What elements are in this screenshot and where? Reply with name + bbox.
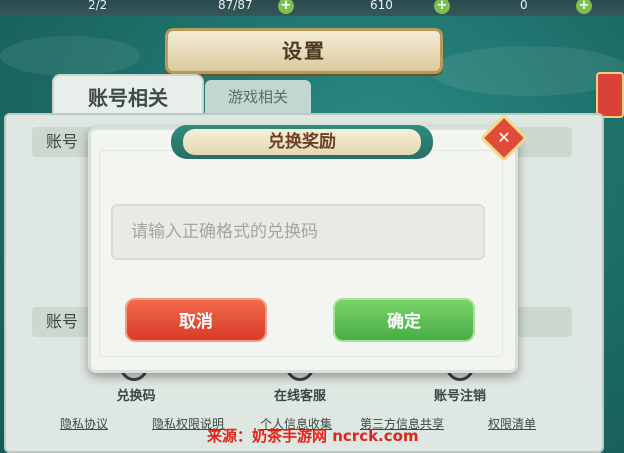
close-icon: ✕ (497, 128, 511, 147)
redeem-dialog: 兑换奖励 取消 确定 (88, 125, 518, 373)
cancel-button[interactable]: 取消 (125, 298, 267, 342)
redeem-code-input[interactable] (111, 204, 485, 260)
confirm-button[interactable]: 确定 (333, 298, 475, 342)
dialog-title: 兑换奖励 (268, 132, 336, 152)
source-watermark: 来源：奶茶手游网 ncrck.com (207, 427, 419, 445)
dialog-title-plate: 兑换奖励 (183, 129, 421, 155)
